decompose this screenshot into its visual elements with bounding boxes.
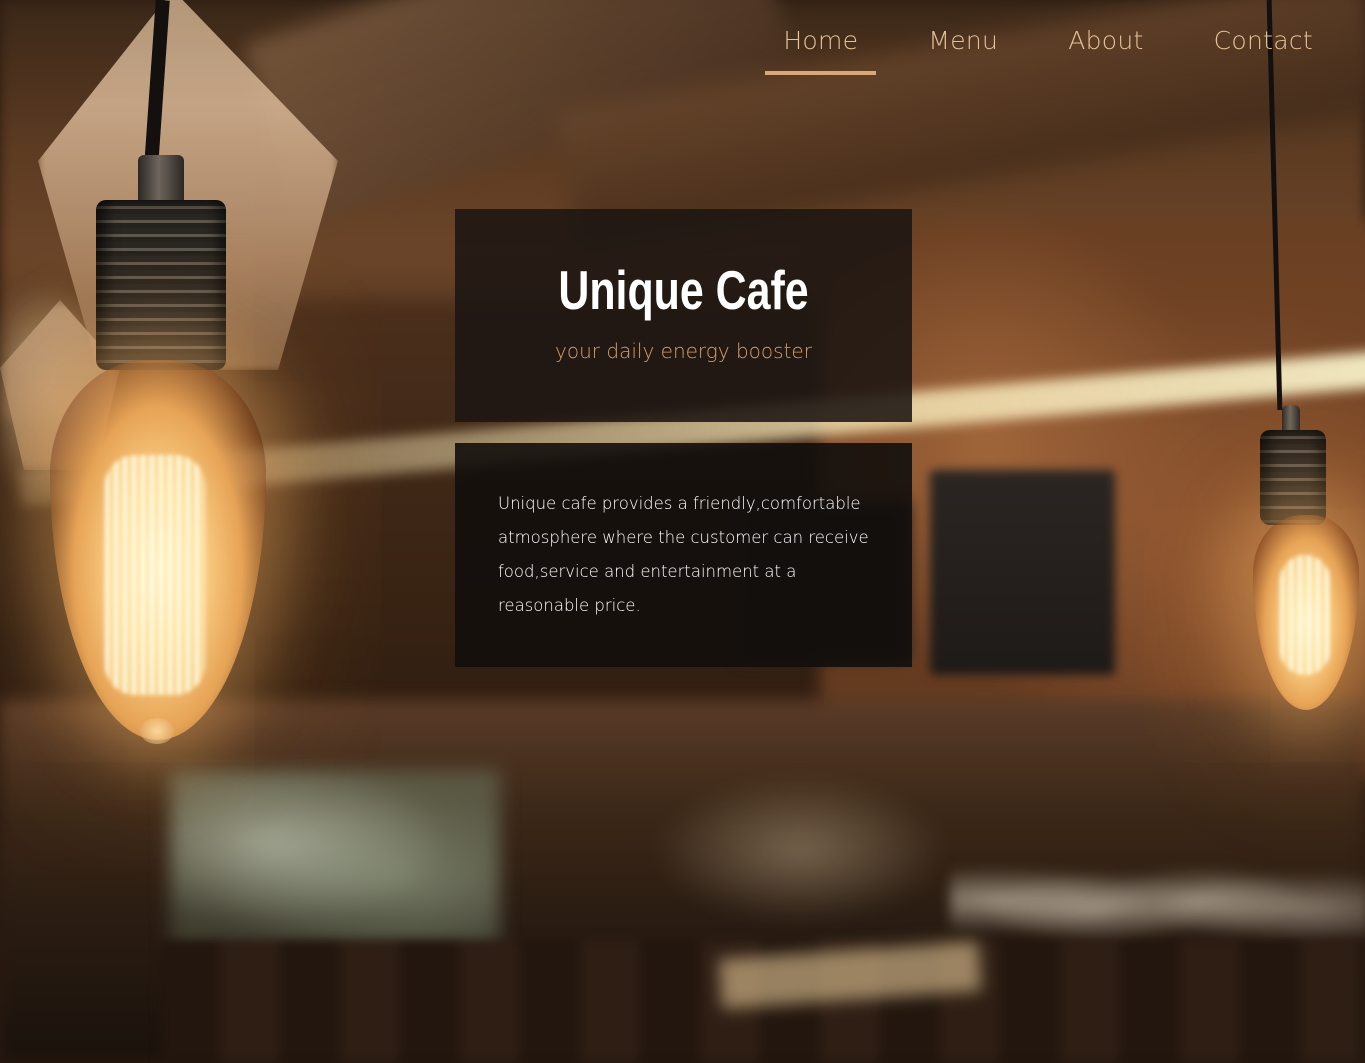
bottles (640, 770, 960, 930)
hero-box: Unique Cafe your daily energy booster (455, 209, 912, 422)
bulb-socket (96, 200, 226, 370)
description-box: Unique cafe provides a friendly,comforta… (455, 443, 912, 667)
landing-page: Home Menu About Contact Unique Cafe your… (0, 0, 1365, 1063)
nav-contact-link[interactable]: Contact (1214, 22, 1313, 71)
site-tagline: your daily energy booster (555, 339, 812, 363)
nav-menu-link[interactable]: Menu (928, 22, 998, 71)
bulb-filament (105, 455, 205, 695)
bulb-socket (1260, 430, 1326, 525)
socket-cap (138, 155, 184, 205)
main-nav: Home Menu About Contact (713, 22, 1313, 75)
pendant-lamp-small (1240, 0, 1365, 720)
bulb-filament (1280, 555, 1330, 675)
description-text: Unique cafe provides a friendly,comforta… (498, 494, 869, 615)
pendant-lamp-large (0, 0, 360, 760)
display-case (170, 770, 500, 950)
site-title: Unique Cafe (558, 259, 809, 321)
bulb-tip (140, 718, 174, 744)
menu-board (930, 470, 1115, 675)
nav-about-link[interactable]: About (1068, 22, 1143, 71)
nav-home-link[interactable]: Home (765, 22, 877, 75)
